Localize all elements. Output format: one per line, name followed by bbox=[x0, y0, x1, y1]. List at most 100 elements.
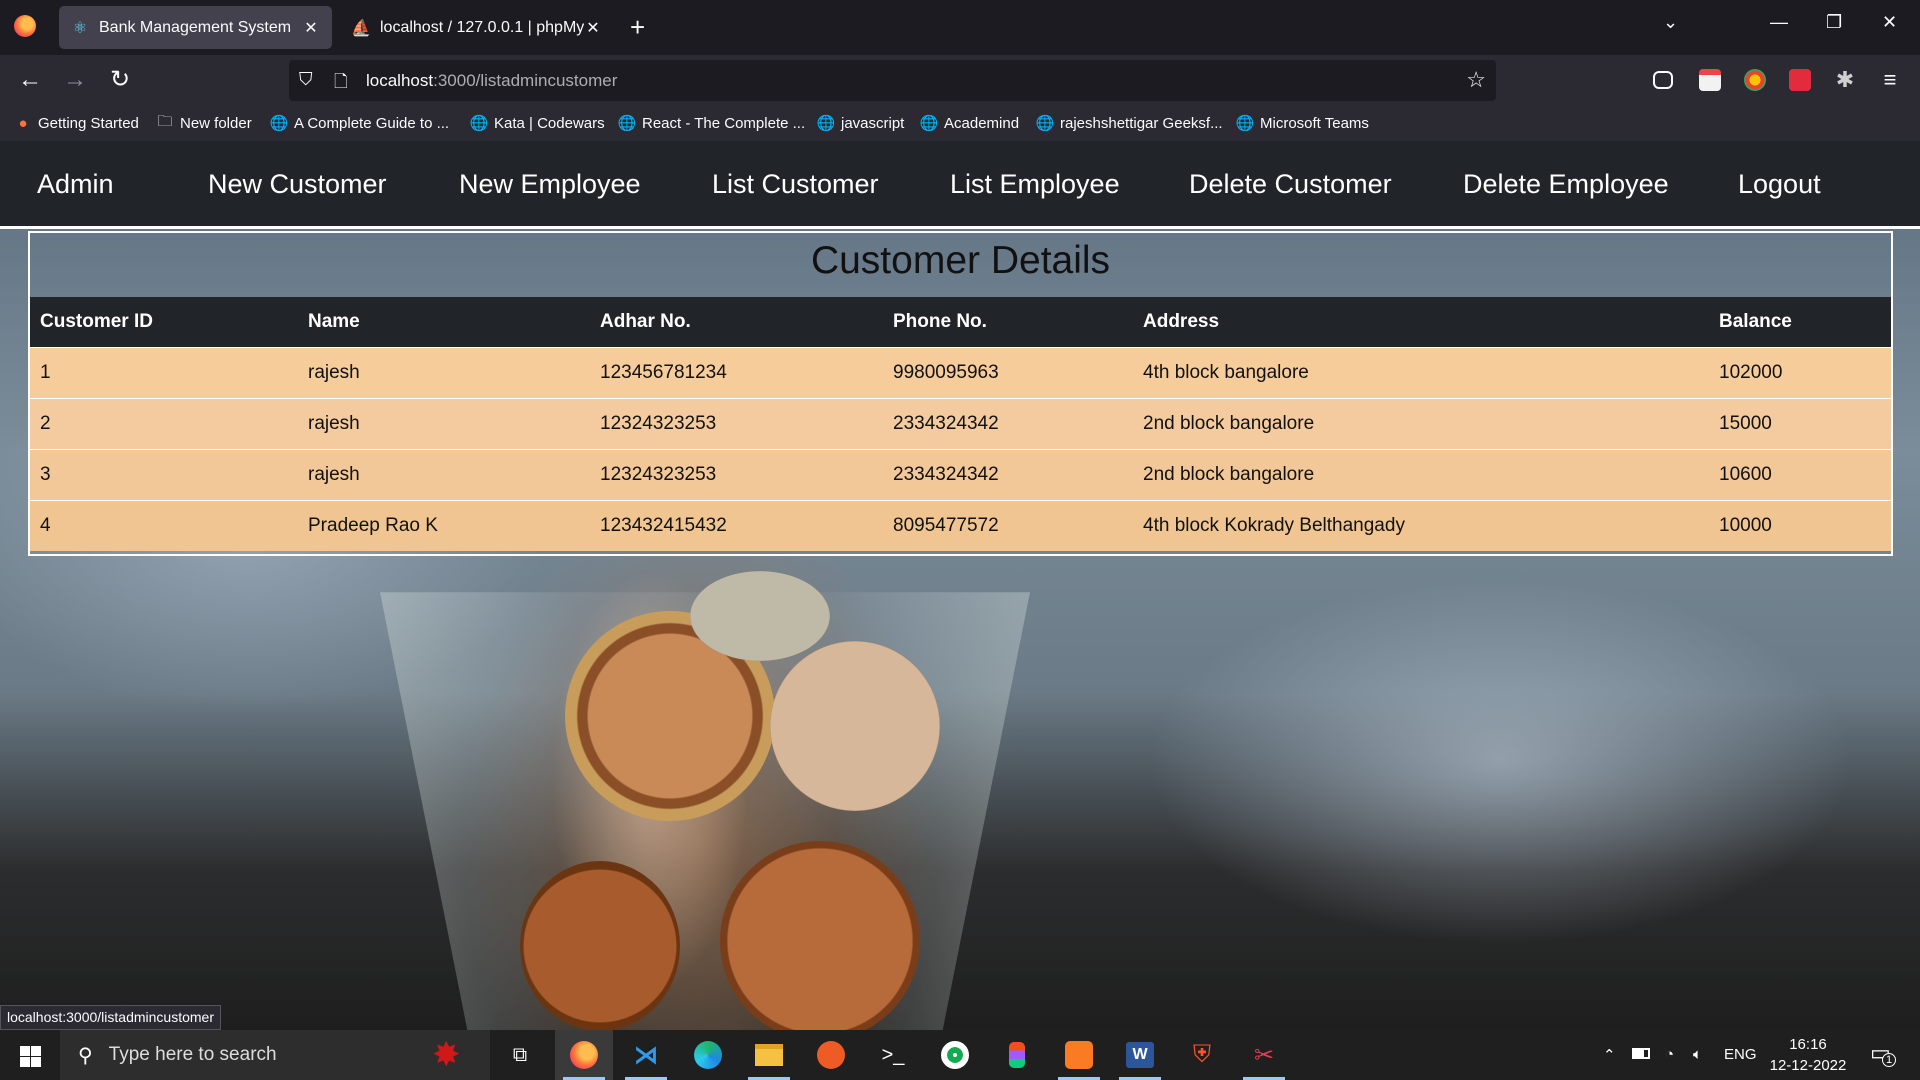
bookmark-label: javascript bbox=[841, 114, 905, 132]
phpmyadmin-icon: ⛵ bbox=[351, 19, 371, 37]
cell-balance: 15000 bbox=[1709, 397, 1891, 449]
cell-customer-id: 1 bbox=[30, 346, 298, 398]
new-tab-icon[interactable]: + bbox=[630, 12, 645, 42]
bookmark-label: rajeshshettigar Geeksf... bbox=[1060, 114, 1223, 132]
bookmark-label: Academind bbox=[944, 114, 1020, 132]
tab-title: Bank Management System bbox=[99, 18, 292, 36]
red-extension-icon[interactable] bbox=[1789, 69, 1811, 91]
bookmark-complete-guide[interactable]: 🌐 A Complete Guide to ... bbox=[270, 114, 449, 133]
cell-adhar: 123432415432 bbox=[590, 499, 883, 551]
windows-taskbar: ⚲ Type here to search ✸ ⧉ ⋊ >_ W ⛨ ✂ ⌃ ◔… bbox=[0, 1030, 1920, 1080]
nav-new-employee[interactable]: New Employee bbox=[459, 169, 641, 200]
bookmark-react[interactable]: 🌐 React - The Complete ... bbox=[617, 114, 805, 133]
close-tab-icon[interactable]: ✕ bbox=[584, 18, 602, 38]
hamburger-menu-icon[interactable]: ≡ bbox=[1879, 69, 1901, 91]
cell-name: rajesh bbox=[298, 346, 590, 398]
nav-list-customer[interactable]: List Customer bbox=[712, 169, 879, 200]
taskbar-clock[interactable]: 16:16 12-12-2022 bbox=[1768, 1034, 1848, 1076]
terminal-icon[interactable]: >_ bbox=[864, 1030, 922, 1080]
globe-icon: 🌐 bbox=[1235, 115, 1255, 132]
wifi-icon[interactable]: ◔ bbox=[1665, 1046, 1674, 1063]
tab-bank-management-system[interactable]: ⚛ Bank Management System ✕ bbox=[59, 6, 332, 49]
list-all-tabs-icon[interactable]: ⌄ bbox=[1663, 12, 1678, 33]
notification-center-icon[interactable]: ▭ 1 bbox=[1870, 1040, 1896, 1067]
coin-background bbox=[770, 641, 940, 811]
cell-address: 2nd block bangalore bbox=[1133, 397, 1709, 449]
tracking-protection-shield-icon[interactable]: ⛉ bbox=[299, 69, 313, 90]
extensions-gear-icon[interactable]: ✱ bbox=[1834, 69, 1856, 91]
bookmark-javascript[interactable]: 🌐 javascript bbox=[816, 114, 905, 133]
link-status-tooltip: localhost:3000/listadmincustomer bbox=[0, 1005, 221, 1030]
windows-start-icon[interactable] bbox=[20, 1046, 41, 1067]
page-viewport: Admin New Customer New Employee List Cus… bbox=[0, 141, 1920, 1030]
cell-adhar: 123456781234 bbox=[590, 346, 883, 398]
task-view-icon[interactable]: ⧉ bbox=[491, 1030, 549, 1080]
folder-icon: 🗀 bbox=[157, 112, 173, 130]
show-hidden-icons-icon[interactable]: ⌃ bbox=[1603, 1046, 1616, 1064]
bookmark-label: New folder bbox=[180, 114, 252, 132]
word-icon[interactable]: W bbox=[1111, 1030, 1169, 1080]
taskbar-search-box[interactable]: ⚲ Type here to search ✸ bbox=[60, 1030, 490, 1080]
firefox-icon: ● bbox=[18, 114, 28, 132]
bookmarks-toolbar: ● Getting Started 🗀 New folder 🌐 A Complete… bbox=[0, 107, 1920, 141]
bookmark-new-folder[interactable]: 🗀 New folder bbox=[156, 112, 252, 132]
url-bar[interactable]: ⛉ 🗋 localhost:3000/listadmincustomer ☆ bbox=[289, 60, 1496, 101]
globe-icon: 🌐 bbox=[617, 115, 637, 132]
bookmark-geeksforgeeks[interactable]: 🌐 rajeshshettigar Geeksf... bbox=[1036, 114, 1223, 133]
bookmark-microsoft-teams[interactable]: 🌐 Microsoft Teams bbox=[1235, 114, 1369, 133]
bookmark-star-icon[interactable]: ☆ bbox=[1466, 67, 1486, 93]
bookmark-label: Getting Started bbox=[38, 114, 139, 132]
nav-admin[interactable]: Admin bbox=[37, 169, 114, 200]
figma-icon[interactable] bbox=[988, 1030, 1046, 1080]
column-header: Address bbox=[1133, 297, 1709, 347]
file-explorer-icon[interactable] bbox=[740, 1030, 798, 1080]
postman-icon[interactable] bbox=[802, 1030, 860, 1080]
nav-delete-customer[interactable]: Delete Customer bbox=[1189, 169, 1392, 200]
minimize-icon[interactable]: — bbox=[1770, 12, 1788, 33]
firefox-icon[interactable] bbox=[555, 1030, 613, 1080]
battery-icon[interactable] bbox=[1632, 1048, 1650, 1059]
bookmark-codewars[interactable]: 🌐 Kata | Codewars bbox=[470, 114, 605, 133]
nav-logout[interactable]: Logout bbox=[1738, 169, 1821, 200]
brave-icon[interactable]: ⛨ bbox=[1173, 1030, 1231, 1080]
browser-navigation-bar: ← → ↻ ⛉ 🗋 localhost:3000/listadmincustom… bbox=[0, 55, 1920, 107]
bookmark-getting-started[interactable]: ● Getting Started bbox=[14, 114, 139, 132]
reload-icon[interactable]: ↻ bbox=[105, 66, 135, 94]
url-text[interactable]: localhost:3000/listadmincustomer bbox=[366, 71, 617, 91]
close-tab-icon[interactable]: ✕ bbox=[302, 18, 320, 38]
bookmark-academind[interactable]: 🌐 Academind bbox=[920, 114, 1020, 133]
column-header: Name bbox=[298, 297, 590, 347]
edge-icon[interactable] bbox=[679, 1030, 737, 1080]
tab-phpmyadmin[interactable]: ⛵ localhost / 127.0.0.1 | phpMyAd ✕ bbox=[340, 6, 614, 49]
snipping-tool-icon[interactable]: ✂ bbox=[1235, 1030, 1293, 1080]
language-indicator[interactable]: ENG bbox=[1724, 1046, 1757, 1063]
page-info-icon[interactable]: 🗋 bbox=[334, 69, 348, 98]
app-navbar: Admin New Customer New Employee List Cus… bbox=[0, 141, 1920, 229]
cell-phone: 9980095963 bbox=[883, 346, 1133, 398]
nav-list-employee[interactable]: List Employee bbox=[950, 169, 1120, 200]
chrome-extension-icon[interactable] bbox=[1744, 69, 1766, 91]
cell-customer-id: 2 bbox=[30, 397, 298, 449]
table-row: 1 rajesh 123456781234 9980095963 4th blo… bbox=[30, 346, 1891, 398]
firefox-menu-icon[interactable] bbox=[14, 15, 36, 37]
cell-balance: 10600 bbox=[1709, 448, 1891, 500]
clock-time: 16:16 bbox=[1789, 1036, 1827, 1053]
react-icon: ⚛ bbox=[72, 19, 88, 37]
restore-icon[interactable]: ❐ bbox=[1826, 12, 1842, 33]
xampp-icon[interactable] bbox=[1050, 1030, 1108, 1080]
globe-icon: 🌐 bbox=[816, 115, 836, 132]
back-icon[interactable]: ← bbox=[15, 66, 45, 94]
vscode-icon[interactable]: ⋊ bbox=[617, 1030, 675, 1080]
calendar-extension-icon[interactable] bbox=[1699, 69, 1721, 91]
nav-delete-employee[interactable]: Delete Employee bbox=[1463, 169, 1669, 200]
mongodb-compass-icon[interactable] bbox=[926, 1030, 984, 1080]
close-window-icon[interactable]: ✕ bbox=[1882, 12, 1897, 33]
nav-new-customer[interactable]: New Customer bbox=[208, 169, 387, 200]
volume-icon[interactable]: 🔈︎ bbox=[1693, 1046, 1702, 1063]
table-row: 3 rajesh 12324323253 2334324342 2nd bloc… bbox=[30, 448, 1891, 500]
cell-balance: 10000 bbox=[1709, 499, 1891, 551]
pocket-icon[interactable] bbox=[1653, 71, 1673, 89]
forward-icon[interactable]: → bbox=[60, 66, 90, 94]
cell-phone: 2334324342 bbox=[883, 397, 1133, 449]
column-header: Adhar No. bbox=[590, 297, 883, 347]
